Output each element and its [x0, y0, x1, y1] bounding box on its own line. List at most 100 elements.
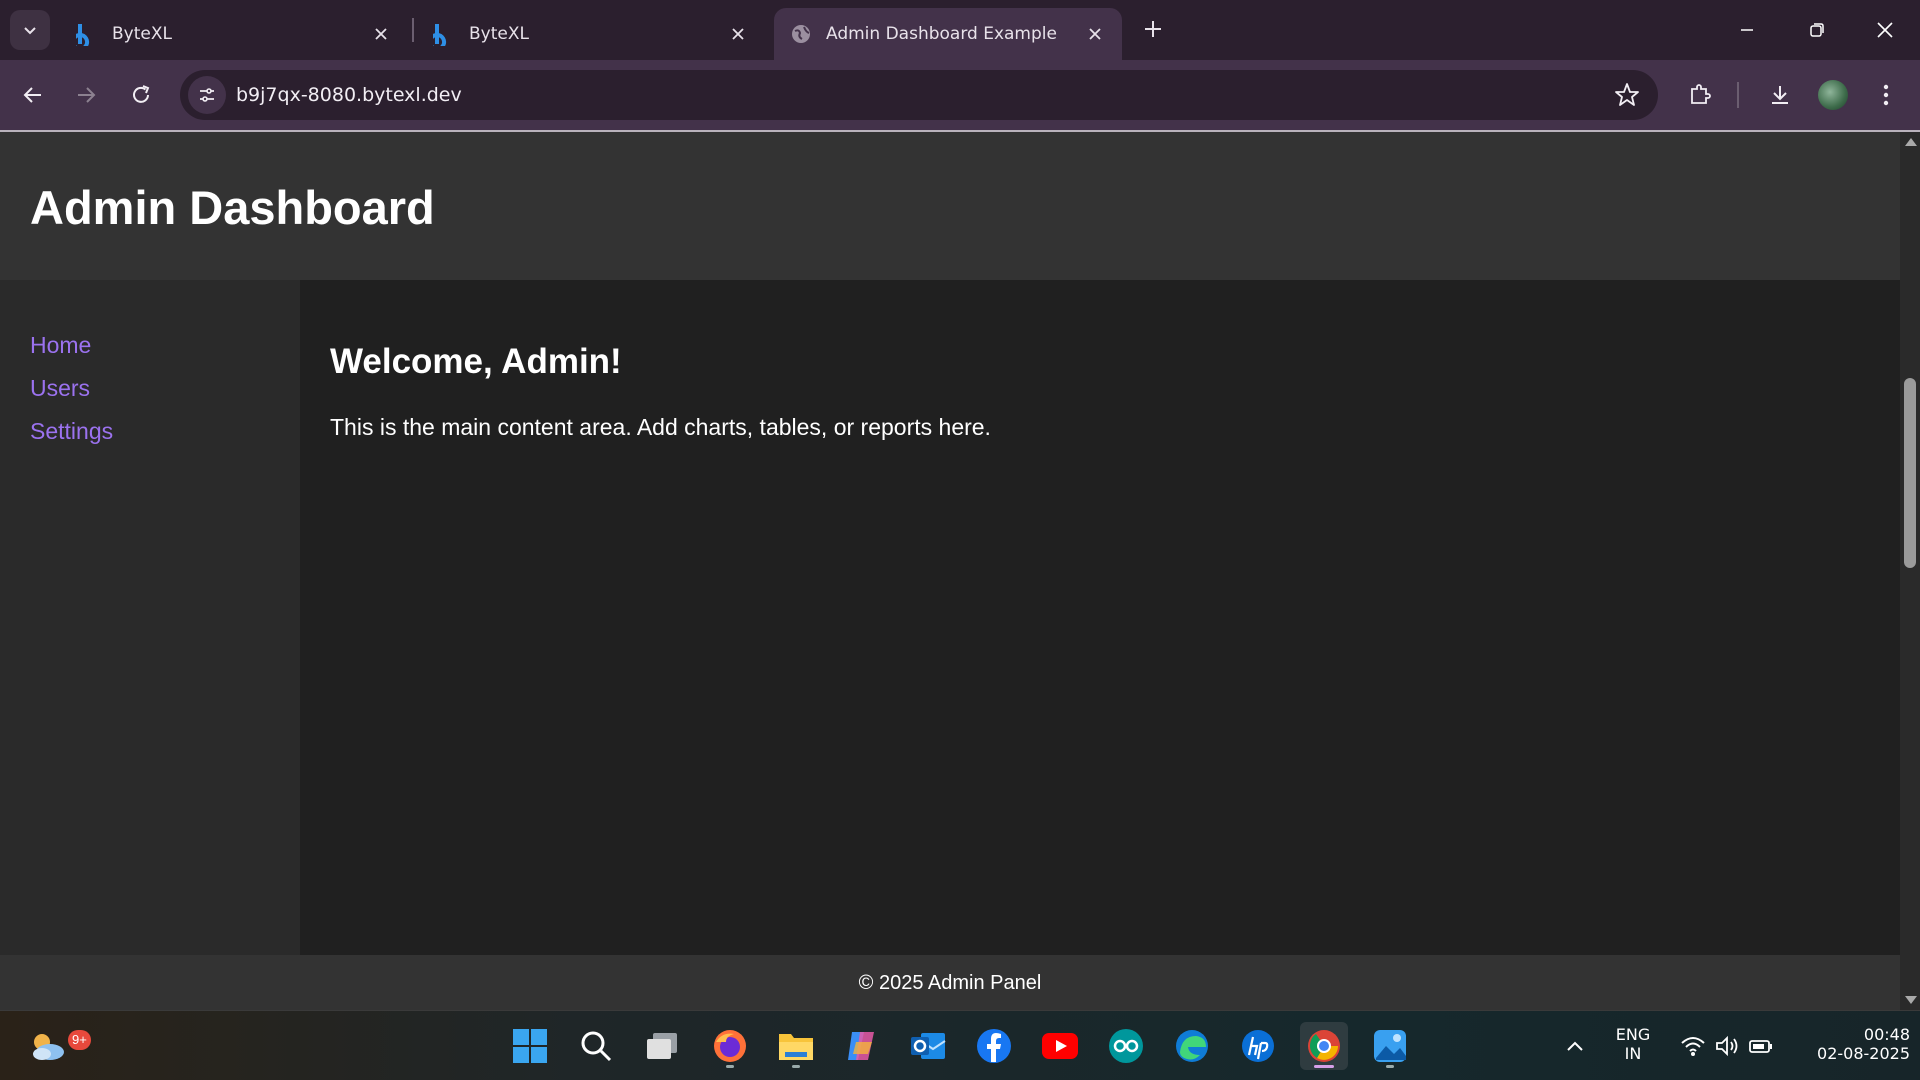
wifi-icon	[1681, 1037, 1705, 1056]
scroll-down-arrow-icon[interactable]	[1905, 996, 1917, 1004]
web-page: Admin Dashboard Home Users Settings Welc…	[0, 132, 1900, 1010]
active-indicator	[1314, 1065, 1334, 1068]
sidebar-link-users[interactable]: Users	[30, 375, 90, 402]
close-icon	[1877, 22, 1893, 38]
windows-start-icon	[513, 1029, 547, 1063]
tab-admin-dashboard[interactable]: Admin Dashboard Example	[774, 8, 1122, 60]
profile-avatar[interactable]	[1818, 80, 1848, 110]
minimize-button[interactable]	[1722, 8, 1772, 52]
puzzle-icon	[1691, 84, 1711, 104]
site-info-button[interactable]	[188, 76, 226, 114]
weather-widget[interactable]: 9+	[24, 1022, 91, 1070]
chevron-up-icon	[1567, 1041, 1583, 1051]
hp-icon	[1242, 1030, 1274, 1062]
minimize-icon	[1741, 29, 1753, 31]
site-header: Admin Dashboard	[0, 132, 1900, 280]
restore-button[interactable]	[1792, 8, 1842, 52]
facebook-icon	[977, 1029, 1011, 1063]
extensions-button[interactable]	[1682, 77, 1718, 113]
edge-icon	[1176, 1030, 1208, 1062]
taskbar-facebook[interactable]	[970, 1022, 1018, 1070]
taskbar-edge[interactable]	[1168, 1022, 1216, 1070]
close-tab-icon[interactable]	[370, 23, 392, 45]
taskbar-copilot[interactable]	[838, 1022, 886, 1070]
clock-time: 00:48	[1863, 1025, 1910, 1044]
taskbar-outlook[interactable]	[904, 1022, 952, 1070]
copilot-icon	[848, 1032, 874, 1060]
task-view-button[interactable]	[638, 1022, 686, 1070]
battery-icon	[1749, 1040, 1772, 1053]
globe-icon	[792, 25, 810, 43]
back-button[interactable]	[15, 77, 51, 113]
tab-bytexl-2[interactable]: ByteXL	[417, 8, 765, 60]
close-tab-icon[interactable]	[727, 23, 749, 45]
tune-icon	[200, 88, 214, 102]
close-tab-icon[interactable]	[1084, 23, 1106, 45]
notification-badge: 9+	[68, 1030, 91, 1050]
main-content: Welcome, Admin! This is the main content…	[300, 280, 1900, 955]
arduino-icon	[1109, 1029, 1143, 1063]
page-title: Admin Dashboard	[30, 181, 435, 234]
running-indicator	[726, 1065, 734, 1068]
sidebar: Home Users Settings	[0, 280, 300, 955]
browser-menu-button[interactable]	[1868, 77, 1904, 113]
toolbar-divider	[1737, 82, 1739, 108]
running-indicator	[1386, 1065, 1394, 1068]
tab-search-button[interactable]	[10, 10, 50, 50]
reload-button[interactable]	[123, 77, 159, 113]
download-icon	[1772, 86, 1788, 104]
bytexl-favicon-icon	[76, 24, 90, 46]
bytexl-favicon-icon	[433, 24, 447, 46]
firefox-icon	[714, 1030, 746, 1062]
language-code: ENG	[1615, 1025, 1651, 1044]
start-button[interactable]	[506, 1022, 554, 1070]
taskbar-photos[interactable]	[1366, 1022, 1414, 1070]
taskbar-hp[interactable]	[1234, 1022, 1282, 1070]
footer-copyright: © 2025 Admin Panel	[858, 972, 1042, 994]
taskbar-youtube[interactable]	[1036, 1022, 1084, 1070]
outlook-icon	[911, 1033, 946, 1059]
photos-icon	[1374, 1030, 1406, 1062]
plus-icon	[1145, 21, 1161, 37]
bookmark-star-icon[interactable]	[1614, 82, 1640, 108]
downloads-button[interactable]	[1762, 77, 1798, 113]
page-scrollbar[interactable]	[1900, 132, 1920, 1010]
scrollbar-thumb[interactable]	[1904, 378, 1916, 568]
arrow-left-icon	[23, 87, 41, 103]
windows-taskbar: 9+ ENG IN 00:48 02-08-2025	[0, 1010, 1920, 1080]
sidebar-link-home[interactable]: Home	[30, 332, 91, 359]
system-tray-status[interactable]	[1672, 1022, 1782, 1070]
clock[interactable]: 00:48 02-08-2025	[1784, 1025, 1910, 1063]
taskbar-file-explorer[interactable]	[772, 1022, 820, 1070]
restore-icon	[1810, 23, 1824, 37]
tab-title: ByteXL	[469, 24, 529, 44]
welcome-heading: Welcome, Admin!	[330, 342, 622, 381]
youtube-icon	[1042, 1033, 1078, 1059]
taskbar-firefox[interactable]	[706, 1022, 754, 1070]
chevron-down-icon	[24, 27, 36, 35]
new-tab-button[interactable]	[1138, 14, 1168, 44]
taskbar-arduino[interactable]	[1102, 1022, 1150, 1070]
close-window-button[interactable]	[1860, 8, 1910, 52]
taskbar-search-button[interactable]	[572, 1022, 620, 1070]
volume-icon	[1716, 1035, 1738, 1057]
forward-button[interactable]	[68, 77, 104, 113]
search-icon	[581, 1031, 612, 1062]
address-bar[interactable]: b9j7qx-8080.bytexl.dev	[180, 70, 1658, 120]
tab-bytexl-1[interactable]: ByteXL	[60, 8, 408, 60]
browser-toolbar: b9j7qx-8080.bytexl.dev	[0, 60, 1920, 130]
site-footer: © 2025 Admin Panel	[0, 955, 1900, 1010]
running-indicator	[792, 1065, 800, 1068]
sidebar-link-settings[interactable]: Settings	[30, 418, 113, 445]
file-explorer-icon	[779, 1034, 813, 1060]
scroll-up-arrow-icon[interactable]	[1905, 138, 1917, 146]
tab-title: ByteXL	[112, 24, 172, 44]
browser-tab-strip: ByteXL ByteXL Admin Dashboard Example	[0, 0, 1920, 60]
show-hidden-icons-button[interactable]	[1550, 1022, 1600, 1070]
url-text: b9j7qx-8080.bytexl.dev	[236, 84, 462, 106]
main-description: This is the main content area. Add chart…	[330, 414, 991, 440]
taskbar-chrome[interactable]	[1300, 1022, 1348, 1070]
region-code: IN	[1624, 1044, 1642, 1063]
clock-date: 02-08-2025	[1817, 1044, 1910, 1063]
input-language[interactable]: ENG IN	[1608, 1025, 1658, 1063]
